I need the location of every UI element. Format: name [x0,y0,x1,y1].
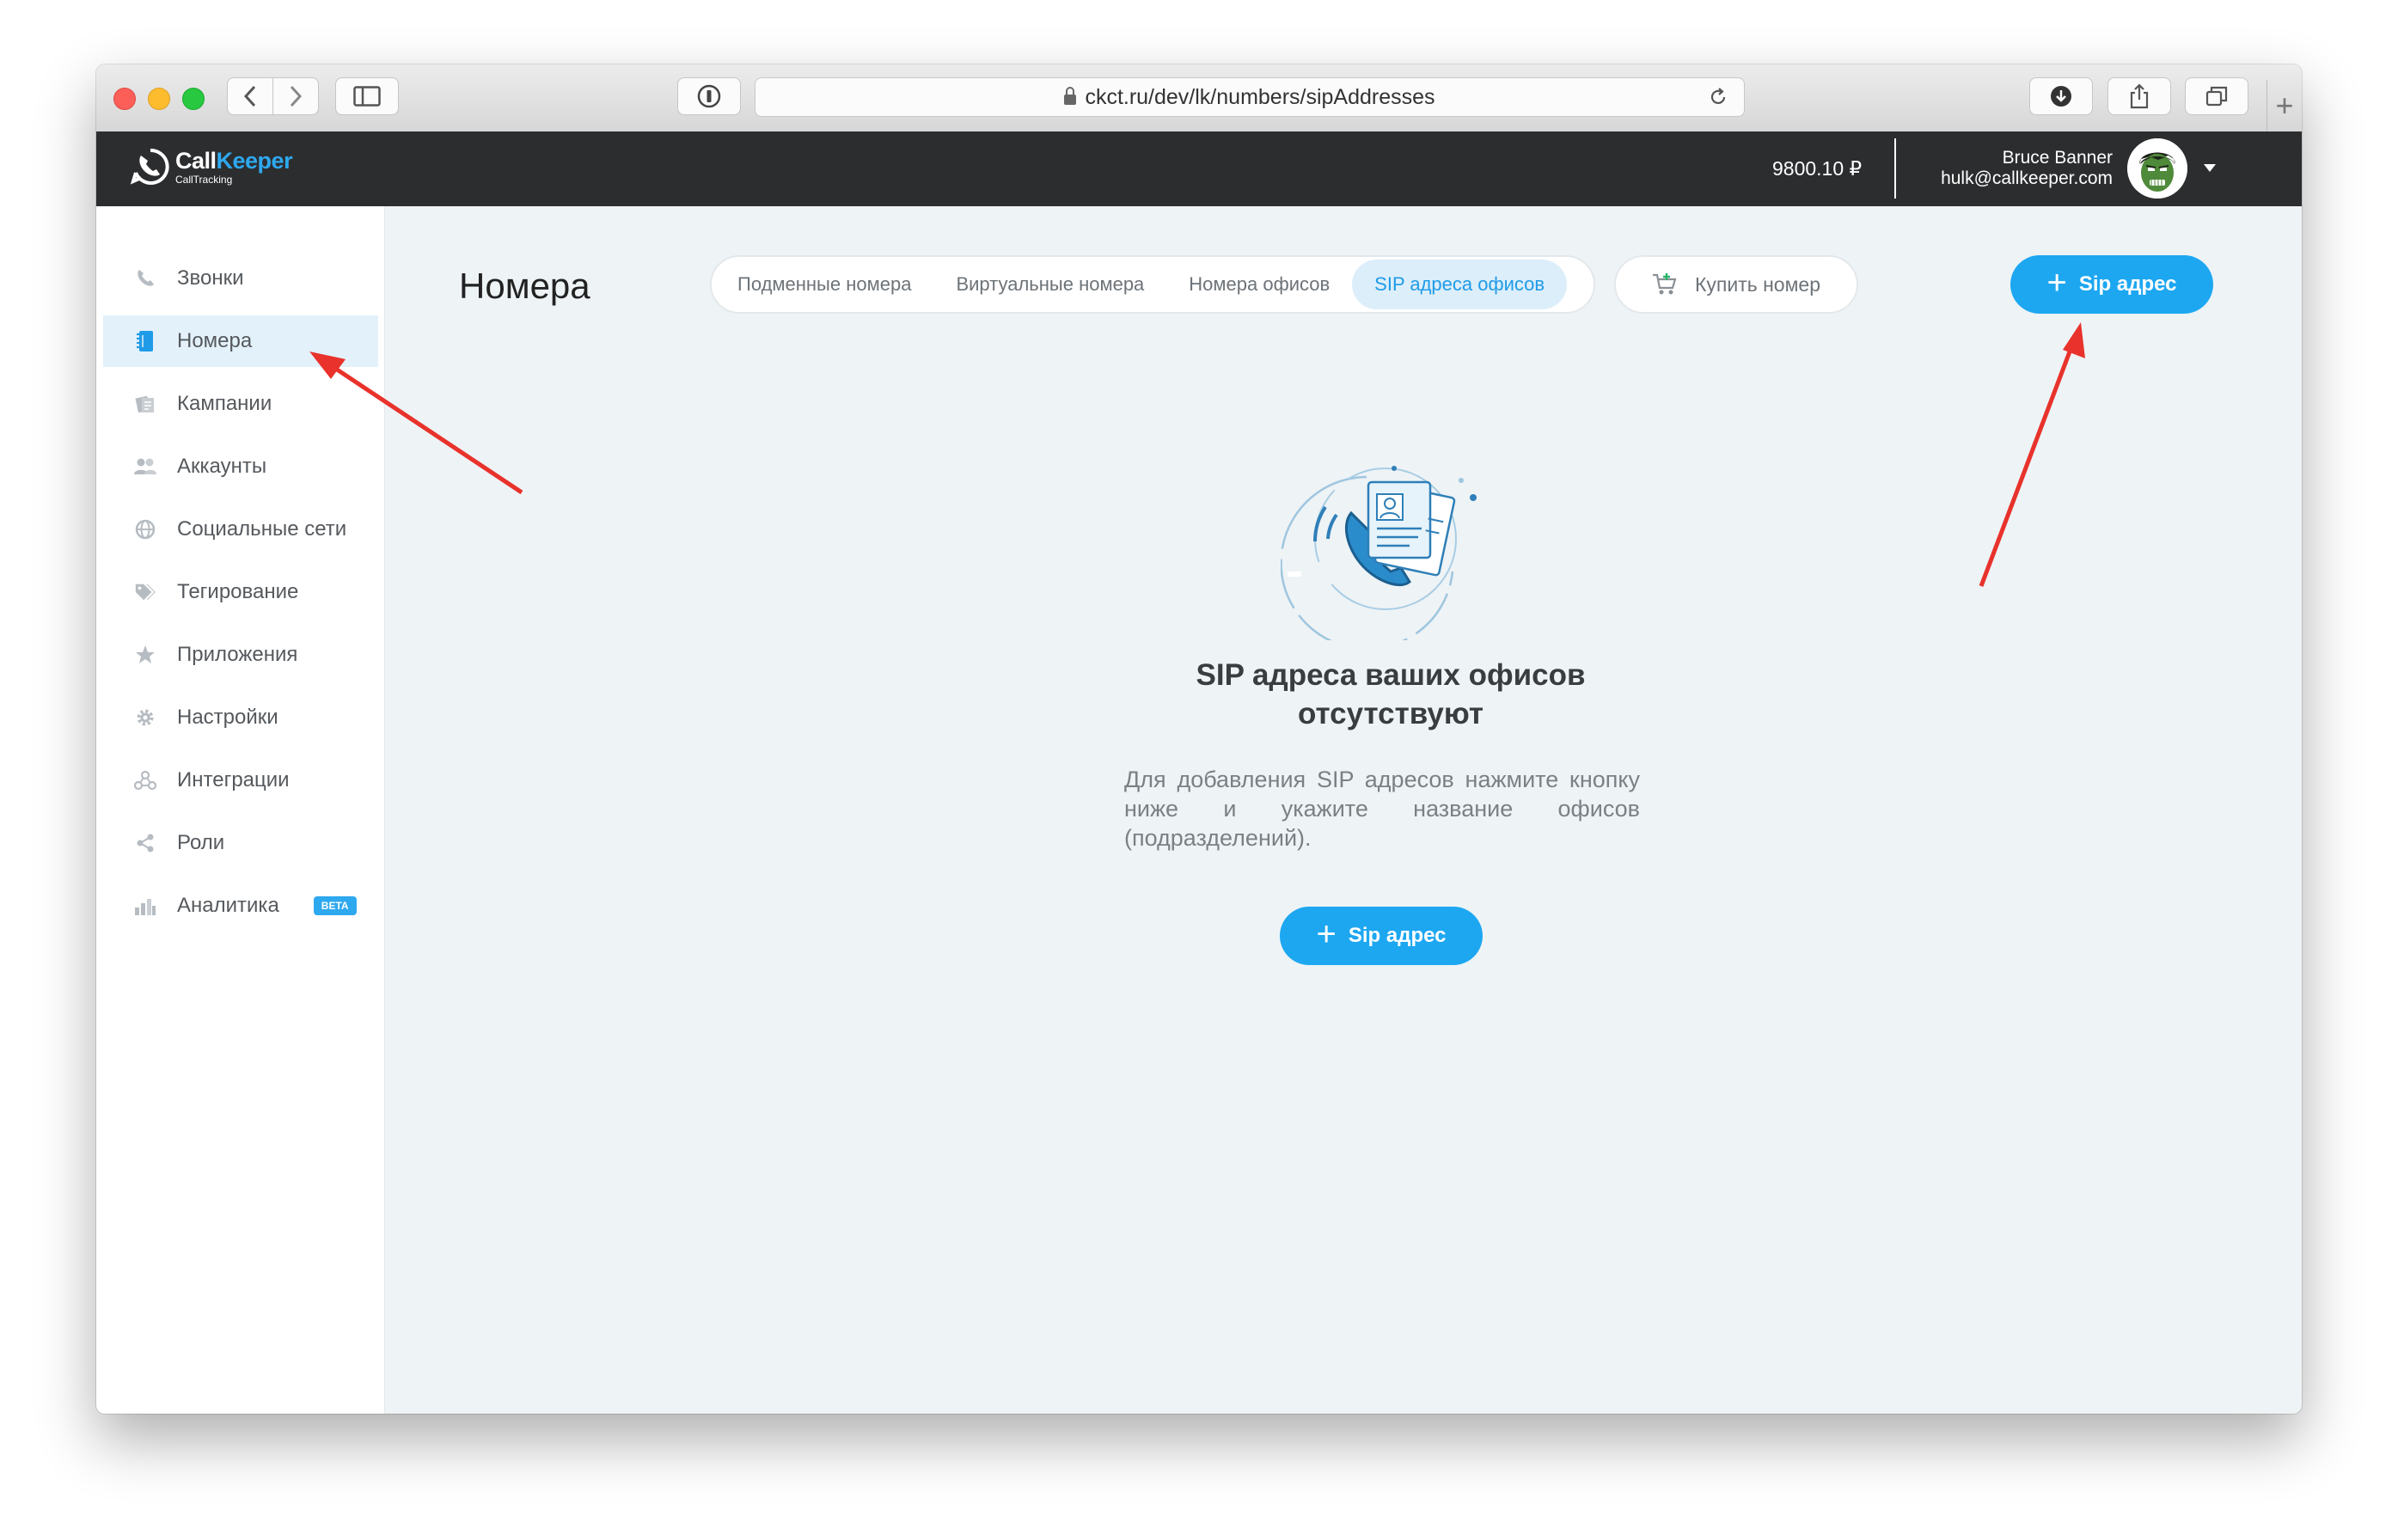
arrow-to-add-sip-button [1979,322,2085,587]
arrow-to-numbers-item [309,351,523,495]
annotation-arrows [309,322,2085,587]
